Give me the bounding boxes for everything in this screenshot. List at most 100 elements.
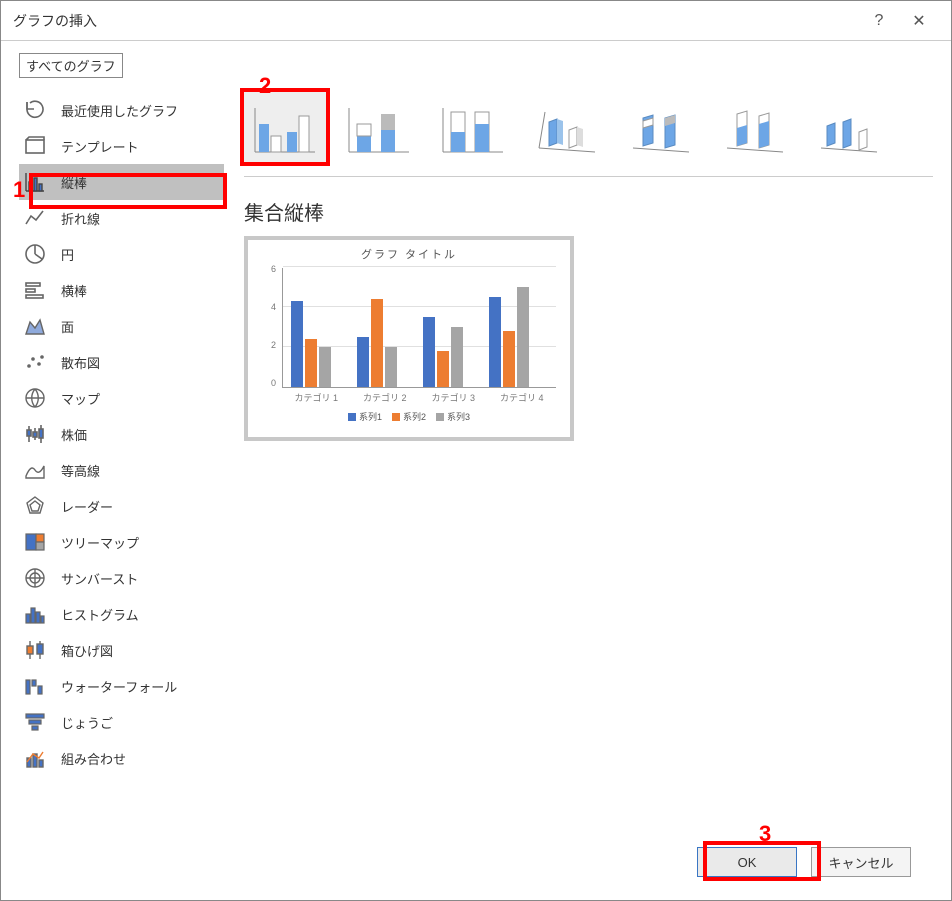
sidebar-item-funnel[interactable]: じょうご <box>19 704 224 740</box>
annotation-label-2: 2 <box>259 73 271 99</box>
subtype-row <box>244 88 933 177</box>
chart-yaxis: 6 4 2 0 <box>258 264 276 388</box>
sidebar-item-label: 箱ひげ図 <box>61 641 113 660</box>
tab-all-charts[interactable]: すべてのグラフ <box>19 53 123 78</box>
y-tick: 2 <box>258 340 276 350</box>
ok-button[interactable]: OK <box>697 847 797 877</box>
chart-plot-area: 6 4 2 0 カテゴリ 1 カテゴリ 2 カテゴリ 3 カテゴリ 4 <box>258 264 560 404</box>
column-icon <box>23 171 47 193</box>
sidebar-item-label: レーダー <box>61 497 113 516</box>
sidebar-item-treemap[interactable]: ツリーマップ <box>19 524 224 560</box>
sidebar-item-label: ヒストグラム <box>61 605 139 624</box>
selected-subtype-title: 集合縦棒 <box>244 197 933 226</box>
sidebar-item-label: じょうご <box>61 713 113 732</box>
sidebar-item-line[interactable]: 折れ線 <box>19 200 224 236</box>
ok-button-label: OK <box>738 855 757 870</box>
sidebar-item-stock[interactable]: 株価 <box>19 416 224 452</box>
boxwhisker-icon <box>23 639 47 661</box>
sidebar-item-label: 散布図 <box>61 353 100 372</box>
sidebar-item-recent[interactable]: 最近使用したグラフ <box>19 92 224 128</box>
sidebar-item-combo[interactable]: 組み合わせ <box>19 740 224 776</box>
chart-subtype-panel: 集合縦棒 グラフ タイトル 6 4 2 0 カテゴリ 1 カテゴ <box>244 88 933 834</box>
sidebar-item-label: 折れ線 <box>61 209 100 228</box>
sidebar-item-label: 円 <box>61 245 74 264</box>
histogram-icon <box>23 603 47 625</box>
sidebar-item-histogram[interactable]: ヒストグラム <box>19 596 224 632</box>
sidebar-item-label: ウォーターフォール <box>61 677 177 696</box>
x-tick: カテゴリ 3 <box>419 391 488 404</box>
sidebar-item-template[interactable]: テンプレート <box>19 128 224 164</box>
sidebar-item-label: テンプレート <box>61 137 139 156</box>
help-button[interactable]: ? <box>859 12 899 30</box>
subtype-3d-stacked-column[interactable] <box>620 92 702 162</box>
sidebar-item-waterfall[interactable]: ウォーターフォール <box>19 668 224 704</box>
tab-all-charts-label: すべてのグラフ <box>26 59 116 74</box>
area-icon <box>23 315 47 337</box>
x-tick: カテゴリ 2 <box>351 391 420 404</box>
sidebar-item-label: 株価 <box>61 425 87 444</box>
sidebar-item-sunburst[interactable]: サンバースト <box>19 560 224 596</box>
titlebar: グラフの挿入 ? ✕ <box>1 1 951 41</box>
annotation-label-3: 3 <box>759 821 771 847</box>
insert-chart-dialog: グラフの挿入 ? ✕ すべてのグラフ 最近使用したグラフ <box>0 0 952 901</box>
sidebar-item-surface[interactable]: 等高線 <box>19 452 224 488</box>
dialog-footer: OK キャンセル <box>19 834 933 890</box>
close-button[interactable]: ✕ <box>899 11 939 31</box>
recent-icon <box>23 99 47 121</box>
chart-xaxis-labels: カテゴリ 1 カテゴリ 2 カテゴリ 3 カテゴリ 4 <box>282 391 556 404</box>
sidebar-item-label: 縦棒 <box>61 173 87 192</box>
legend-item: 系列3 <box>436 410 470 423</box>
chart-preview[interactable]: グラフ タイトル 6 4 2 0 カテゴリ 1 カテゴリ 2 カテゴリ 3 <box>244 236 574 441</box>
subtype-100pct-stacked-column[interactable] <box>432 92 514 162</box>
y-tick: 6 <box>258 264 276 274</box>
subtype-stacked-column[interactable] <box>338 92 420 162</box>
sidebar-item-label: 最近使用したグラフ <box>61 101 178 120</box>
sidebar-item-scatter[interactable]: 散布図 <box>19 344 224 380</box>
chart-preview-title: グラフ タイトル <box>258 246 560 262</box>
map-icon <box>23 387 47 409</box>
sidebar-item-label: 組み合わせ <box>61 749 126 768</box>
sidebar-item-label: サンバースト <box>61 569 138 588</box>
sidebar-item-bar[interactable]: 横棒 <box>19 272 224 308</box>
treemap-icon <box>23 531 47 553</box>
chart-legend: 系列1 系列2 系列3 <box>258 410 560 423</box>
sidebar-item-pie[interactable]: 円 <box>19 236 224 272</box>
sidebar-item-radar[interactable]: レーダー <box>19 488 224 524</box>
template-icon <box>23 135 47 157</box>
line-icon <box>23 207 47 229</box>
sidebar-item-label: 面 <box>61 317 74 336</box>
cancel-button[interactable]: キャンセル <box>811 847 911 877</box>
bar-icon <box>23 279 47 301</box>
subtype-clustered-column[interactable] <box>244 92 326 162</box>
legend-item: 系列1 <box>348 410 382 423</box>
surface-icon <box>23 459 47 481</box>
sidebar-item-boxwhisker[interactable]: 箱ひげ図 <box>19 632 224 668</box>
funnel-icon <box>23 711 47 733</box>
subtype-3d-clustered-column[interactable] <box>526 92 608 162</box>
radar-icon <box>23 495 47 517</box>
sidebar-item-label: 等高線 <box>61 461 100 480</box>
subtype-3d-100pct-stacked-column[interactable] <box>714 92 796 162</box>
x-tick: カテゴリ 1 <box>282 391 351 404</box>
subtype-3d-column[interactable] <box>808 92 890 162</box>
chart-category-sidebar: 最近使用したグラフ テンプレート 縦棒 <box>19 88 224 834</box>
y-tick: 0 <box>258 378 276 388</box>
sidebar-item-label: 横棒 <box>61 281 87 300</box>
waterfall-icon <box>23 675 47 697</box>
sidebar-item-label: マップ <box>61 389 100 408</box>
y-tick: 4 <box>258 302 276 312</box>
dialog-body: すべてのグラフ 最近使用したグラフ テンプレート <box>1 41 951 900</box>
sidebar-item-label: ツリーマップ <box>61 533 139 552</box>
combo-icon <box>23 747 47 769</box>
stock-icon <box>23 423 47 445</box>
annotation-label-1: 1 <box>13 177 25 203</box>
scatter-icon <box>23 351 47 373</box>
sidebar-item-map[interactable]: マップ <box>19 380 224 416</box>
sidebar-item-column[interactable]: 縦棒 <box>19 164 224 200</box>
legend-item: 系列2 <box>392 410 426 423</box>
dialog-title: グラフの挿入 <box>13 11 859 31</box>
sidebar-item-area[interactable]: 面 <box>19 308 224 344</box>
cancel-button-label: キャンセル <box>828 853 893 872</box>
x-tick: カテゴリ 4 <box>488 391 557 404</box>
sunburst-icon <box>23 567 47 589</box>
